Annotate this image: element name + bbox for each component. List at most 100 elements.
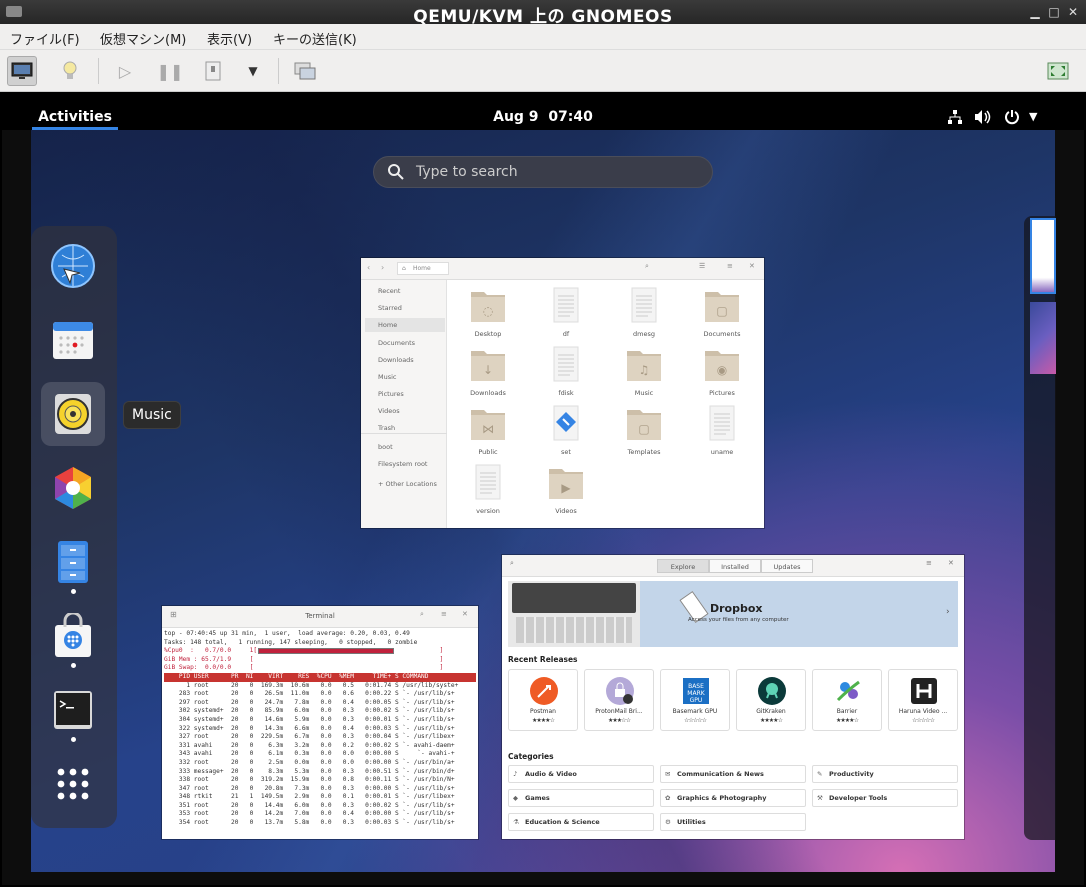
view-options-icon[interactable]: ☰ (699, 262, 705, 270)
close-icon[interactable]: ✕ (1066, 5, 1080, 19)
file-item[interactable]: ⋈ Public (458, 404, 518, 456)
maximize-icon[interactable]: □ (1047, 5, 1061, 19)
dash-app-software[interactable] (41, 604, 105, 668)
category-button[interactable]: ⚙ Utilities (660, 813, 806, 831)
forward-icon[interactable]: › (381, 263, 384, 272)
shutdown-dropdown[interactable]: ▼ (238, 56, 268, 86)
network-icon[interactable] (947, 109, 963, 125)
search-icon[interactable]: ⌕ (420, 610, 424, 619)
close-icon[interactable]: ✕ (749, 262, 755, 270)
search-icon[interactable]: ⌕ (510, 559, 514, 568)
file-item[interactable]: ▢ Templates (614, 404, 674, 456)
app-card[interactable]: GitKraken ★★★★☆ (736, 669, 806, 731)
sidebar-item[interactable]: boot (365, 440, 445, 454)
sidebar-item[interactable]: + Other Locations (365, 477, 445, 491)
category-button[interactable]: ♪ Audio & Video (508, 765, 654, 783)
file-item[interactable]: ◉ Pictures (692, 345, 752, 397)
sidebar-item[interactable]: Music (365, 370, 445, 384)
dash-app-photos[interactable] (41, 456, 105, 520)
volume-icon[interactable] (974, 109, 992, 125)
menu-icon[interactable]: ≡ (926, 559, 932, 567)
search-input[interactable]: Type to search (373, 156, 713, 188)
sidebar-item[interactable]: Pictures (365, 387, 445, 401)
category-button[interactable]: ⚗ Education & Science (508, 813, 654, 831)
tab-installed[interactable]: Installed (709, 559, 761, 573)
file-item[interactable]: fdisk (536, 345, 596, 397)
sidebar-item[interactable]: Filesystem root (365, 457, 445, 471)
run-button[interactable]: ▷ (110, 56, 140, 86)
fullscreen-button[interactable] (1043, 56, 1073, 86)
minimize-icon[interactable]: ▁ (1028, 5, 1042, 19)
search-icon[interactable]: ⌕ (645, 262, 649, 271)
file-item[interactable]: dmesg (614, 286, 674, 338)
sidebar-item[interactable]: Documents (365, 336, 445, 350)
menu-file[interactable]: ファイル(F) (10, 29, 80, 48)
power-menu-icon[interactable] (1004, 109, 1020, 125)
category-button[interactable]: ⚒ Developer Tools (812, 789, 958, 807)
featured-banner[interactable]: Dropbox Access your files from any compu… (508, 581, 958, 647)
file-item-label: Public (478, 448, 498, 456)
file-item-label: fdisk (558, 389, 574, 397)
pause-button[interactable]: ❚❚ (155, 56, 185, 86)
show-apps-button[interactable] (41, 752, 105, 816)
file-item[interactable]: uname (692, 404, 752, 456)
terminal-line: 302 systemd+ 20 0 85.9m 6.0m 0.0 0.3 0:0… (164, 707, 455, 715)
category-button[interactable]: ✉ Communication & News (660, 765, 806, 783)
sidebar-item[interactable]: Home (365, 318, 445, 332)
tab-explore[interactable]: Explore (657, 559, 709, 573)
play-icon: ▷ (118, 61, 132, 81)
dash-app-music[interactable] (41, 382, 105, 446)
system-menu-chevron-icon[interactable]: ▼ (1029, 110, 1037, 123)
close-icon[interactable]: ✕ (462, 610, 468, 618)
details-button[interactable] (55, 56, 85, 86)
workspace-thumb-current[interactable] (1030, 218, 1056, 294)
dash-app-files[interactable] (41, 530, 105, 594)
menu-icon[interactable]: ≡ (727, 262, 733, 270)
dash-app-terminal[interactable] (41, 678, 105, 742)
category-button[interactable]: ✿ Graphics & Photography (660, 789, 806, 807)
file-item[interactable]: set (536, 404, 596, 456)
svg-text:GPU: GPU (690, 697, 703, 704)
sidebar-item[interactable]: Recent (365, 284, 445, 298)
menu-send-key[interactable]: キーの送信(K) (273, 29, 357, 48)
sidebar-item-label: Music (378, 373, 397, 381)
file-item[interactable]: version (458, 463, 518, 515)
file-item[interactable]: ◌ Desktop (458, 286, 518, 338)
app-card[interactable]: Postman ★★★★☆ (508, 669, 578, 731)
terminal-window[interactable]: ⊞ Terminal ⌕ ≡ ✕ top - 07:40:45 up 31 mi… (162, 606, 478, 839)
category-button[interactable]: ✎ Productivity (812, 765, 958, 783)
file-item[interactable]: df (536, 286, 596, 338)
app-card[interactable]: Haruna Video ... ☆☆☆☆☆ (888, 669, 958, 731)
path-bar[interactable]: ⌂ Home (397, 262, 449, 275)
app-card[interactable]: ProtonMail Bri... ★★★☆☆ (584, 669, 654, 731)
close-icon[interactable]: ✕ (948, 559, 954, 567)
back-icon[interactable]: ‹ (367, 263, 370, 272)
snapshots-button[interactable] (290, 56, 320, 86)
tab-updates[interactable]: Updates (761, 559, 813, 573)
files-window[interactable]: ‹ › ⌂ Home ⌕ ☰ ≡ ✕ Recent Starred Home Docu… (361, 258, 764, 528)
terminal-output[interactable]: top - 07:40:45 up 31 min, 1 user, load a… (162, 628, 478, 839)
file-item[interactable]: ♫ Music (614, 345, 674, 397)
chevron-right-icon[interactable]: › (946, 607, 950, 617)
file-item[interactable]: ▢ Documents (692, 286, 752, 338)
file-item[interactable]: ▶ Videos (536, 463, 596, 515)
menu-vm[interactable]: 仮想マシン(M) (100, 29, 186, 48)
dash-app-web[interactable] (41, 234, 105, 298)
sidebar-item-label: Pictures (378, 390, 404, 398)
category-button[interactable]: ◆ Games (508, 789, 654, 807)
shutdown-button[interactable] (198, 56, 228, 86)
dash-app-calendar[interactable] (41, 308, 105, 372)
vm-display[interactable]: Activities Aug 9 07:40 ▼ Type to search (2, 92, 1084, 885)
menu-icon[interactable]: ≡ (441, 610, 447, 618)
workspace-thumb-empty[interactable] (1030, 302, 1056, 374)
software-window[interactable]: ⌕ Explore Installed Updates ≡ ✕ Dropbox … (502, 555, 964, 839)
clock[interactable]: Aug 9 07:40 (2, 109, 1084, 125)
sidebar-item[interactable]: Starred (365, 301, 445, 315)
menu-view[interactable]: 表示(V) (207, 29, 252, 48)
app-card[interactable]: BASE MARK GPU Basemark GPU ☆☆☆☆☆ (660, 669, 730, 731)
file-item[interactable]: ↓ Downloads (458, 345, 518, 397)
app-card[interactable]: Barrier ★★★★☆ (812, 669, 882, 731)
sidebar-item[interactable]: Downloads (365, 353, 445, 367)
sidebar-item[interactable]: Videos (365, 404, 445, 418)
console-button[interactable] (7, 56, 37, 86)
